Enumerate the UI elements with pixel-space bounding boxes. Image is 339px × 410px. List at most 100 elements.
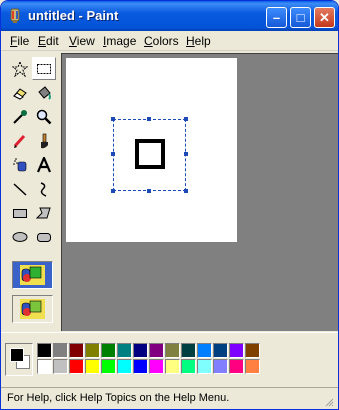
resize-handle[interactable]: [147, 189, 151, 193]
color-swatch[interactable]: [53, 359, 68, 374]
color-swatch[interactable]: [197, 359, 212, 374]
menu-colors-label: Colors: [144, 34, 179, 48]
resize-handle[interactable]: [111, 117, 115, 121]
color-swatch[interactable]: [149, 343, 164, 358]
resize-handle[interactable]: [184, 117, 188, 121]
fill-tool[interactable]: [32, 81, 56, 104]
color-swatch[interactable]: [165, 359, 180, 374]
close-button[interactable]: ✕: [314, 7, 335, 28]
resize-handle[interactable]: [147, 117, 151, 121]
opaque-option-icon: [20, 265, 45, 285]
menu-help[interactable]: Help: [186, 34, 211, 48]
polygon-icon: [36, 207, 51, 218]
window-title: untitled - Paint: [28, 8, 119, 23]
color-swatch[interactable]: [37, 359, 52, 374]
color-swatch[interactable]: [229, 343, 244, 358]
menu-bar: File Edit View Image Colors Help: [1, 31, 338, 51]
color-swatch[interactable]: [245, 359, 260, 374]
paint-window: untitled - Paint – □ ✕ File Edit View Im…: [0, 0, 339, 410]
drawn-square: [135, 139, 165, 169]
polygon-tool[interactable]: [32, 201, 56, 224]
color-swatch[interactable]: [213, 343, 228, 358]
free-form-select-tool[interactable]: [8, 57, 32, 80]
menu-file-label: File: [10, 34, 30, 48]
menu-help-label: Help: [186, 34, 211, 48]
color-swatch[interactable]: [181, 359, 196, 374]
menu-file[interactable]: File: [10, 34, 29, 48]
status-bar: For Help, click Help Topics on the Help …: [1, 387, 338, 409]
color-swatch[interactable]: [37, 343, 52, 358]
resize-handle[interactable]: [111, 189, 115, 193]
current-colors[interactable]: [5, 343, 33, 376]
drawing-canvas[interactable]: [66, 58, 237, 242]
resize-handle[interactable]: [111, 152, 115, 156]
color-swatch[interactable]: [85, 343, 100, 358]
ellipse-icon: [12, 231, 28, 242]
paint-app-icon: [10, 8, 20, 23]
airbrush-tool[interactable]: [8, 153, 32, 176]
opaque-selection-option[interactable]: [12, 261, 53, 289]
color-swatch[interactable]: [101, 343, 116, 358]
color-swatch[interactable]: [69, 343, 84, 358]
color-swatch[interactable]: [229, 359, 244, 374]
ellipse-tool[interactable]: [8, 225, 32, 248]
rect-select-icon: [37, 63, 51, 74]
maximize-button[interactable]: □: [290, 7, 311, 28]
transparent-option-icon: [20, 299, 45, 319]
resize-handle[interactable]: [184, 189, 188, 193]
color-swatch[interactable]: [133, 343, 148, 358]
menu-image[interactable]: Image: [103, 34, 136, 48]
menu-colors[interactable]: Colors: [144, 34, 179, 48]
pick-color-tool[interactable]: [8, 105, 32, 128]
brush-icon: [41, 133, 48, 148]
star-select-icon: [12, 60, 28, 77]
eraser-tool[interactable]: [8, 81, 32, 104]
curve-tool[interactable]: [32, 177, 56, 200]
color-swatch[interactable]: [101, 359, 116, 374]
resize-grip-icon[interactable]: [324, 397, 334, 407]
menu-image-label: Image: [103, 34, 137, 48]
rounded-rect-icon: [37, 232, 51, 242]
color-swatch[interactable]: [117, 359, 132, 374]
magnifier-icon: [36, 109, 52, 124]
resize-handle[interactable]: [184, 152, 188, 156]
pencil-icon: [13, 134, 26, 148]
menu-edit[interactable]: Edit: [38, 34, 59, 48]
color-swatch[interactable]: [149, 359, 164, 374]
eraser-icon: [13, 87, 27, 100]
curve-icon: [40, 181, 47, 197]
menu-view-label: View: [69, 34, 95, 48]
color-swatch[interactable]: [197, 343, 212, 358]
title-bar[interactable]: untitled - Paint – □ ✕: [1, 1, 338, 31]
toolbox: [4, 53, 59, 331]
paint-bucket-icon: [38, 85, 51, 100]
pencil-tool[interactable]: [8, 129, 32, 152]
color-swatch[interactable]: [165, 343, 180, 358]
text-a-icon: [36, 156, 52, 172]
menu-edit-label: Edit: [38, 34, 59, 48]
rectangle-icon: [13, 208, 27, 218]
rectangle-tool[interactable]: [8, 201, 32, 224]
brush-tool[interactable]: [32, 129, 56, 152]
canvas-scroll-area[interactable]: [61, 53, 338, 331]
magnifier-tool[interactable]: [32, 105, 56, 128]
color-swatch[interactable]: [117, 343, 132, 358]
menu-view[interactable]: View: [69, 34, 95, 48]
color-box: [1, 332, 338, 386]
eyedropper-icon: [13, 109, 27, 124]
select-tool[interactable]: [32, 57, 56, 80]
minimize-button[interactable]: –: [266, 7, 287, 28]
transparent-selection-option[interactable]: [12, 295, 53, 323]
color-swatch[interactable]: [245, 343, 260, 358]
color-swatch[interactable]: [53, 343, 68, 358]
rounded-rectangle-tool[interactable]: [32, 225, 56, 248]
color-swatch[interactable]: [69, 359, 84, 374]
text-tool[interactable]: [32, 153, 56, 176]
color-swatch[interactable]: [133, 359, 148, 374]
color-swatch[interactable]: [181, 343, 196, 358]
color-swatch[interactable]: [213, 359, 228, 374]
line-tool[interactable]: [8, 177, 32, 200]
line-icon: [13, 182, 27, 196]
color-swatch[interactable]: [85, 359, 100, 374]
status-text: For Help, click Help Topics on the Help …: [7, 392, 230, 404]
